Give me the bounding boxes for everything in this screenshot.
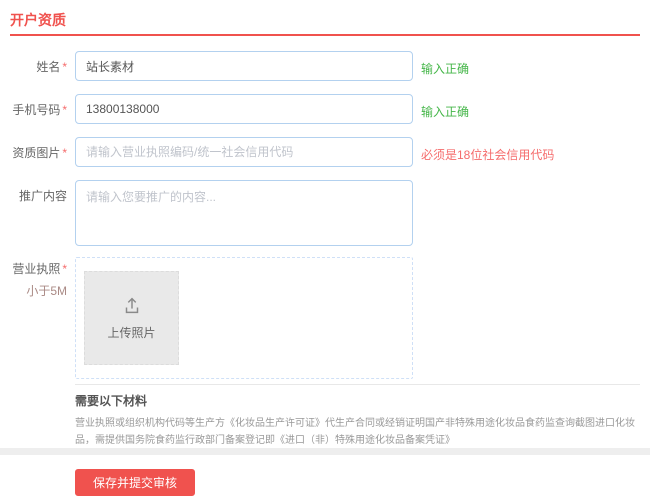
name-validation-hint: 输入正确 xyxy=(421,62,470,76)
qualification-code-input[interactable] xyxy=(75,137,413,167)
qualification-image-label: 资质图片 * xyxy=(10,137,67,160)
qualification-code-error-hint: 必须是18位社会信用代码 xyxy=(421,148,555,162)
promotion-content-label-text: 推广内容 xyxy=(18,189,67,203)
required-asterisk: * xyxy=(62,262,67,276)
upload-icon xyxy=(125,297,138,314)
promotion-content-row: 推广内容 xyxy=(10,180,650,246)
name-row: 姓名* 输入正确 xyxy=(10,51,650,81)
name-input[interactable] xyxy=(75,51,413,81)
phone-label: 手机号码 * xyxy=(10,94,67,117)
materials-section: 需要以下材料 营业执照或组织机构代码等生产方《化妆品生产许可证》代生产合同或经销… xyxy=(75,384,640,449)
required-asterisk: * xyxy=(62,146,67,160)
materials-heading: 需要以下材料 xyxy=(75,394,148,408)
required-asterisk: * xyxy=(62,103,67,117)
upload-photo-button[interactable]: 上传照片 xyxy=(84,271,179,365)
qualification-form: 姓名* 输入正确 手机号码* 输入正确 资质图片* 必须是18位社会信用代码 推… xyxy=(0,36,650,496)
size-limit-note: 小于5M xyxy=(26,284,67,298)
qualification-image-label-text: 资质图片 xyxy=(12,146,61,160)
name-label-text: 姓名 xyxy=(36,60,61,74)
promotion-content-label: 推广内容 xyxy=(10,180,67,203)
name-label: 姓名 * xyxy=(10,51,67,74)
page-title: 开户资质 xyxy=(10,12,66,28)
materials-body: 营业执照或组织机构代码等生产方《化妆品生产许可证》代生产合同或经销证明国产非特殊… xyxy=(75,418,635,446)
promotion-content-textarea[interactable] xyxy=(75,180,413,246)
qualification-code-row: 资质图片* 必须是18位社会信用代码 xyxy=(10,137,650,167)
account-qualification-page: 开户资质 姓名* 输入正确 手机号码* 输入正确 资质图片* 必须是18位社会信… xyxy=(0,0,650,501)
upload-dropzone[interactable]: 上传照片 xyxy=(75,257,413,379)
business-license-row: 营业执照 * 小于5M 上传照片 xyxy=(10,257,650,379)
page-header: 开户资质 xyxy=(10,10,640,36)
phone-label-text: 手机号码 xyxy=(12,103,61,117)
section-divider xyxy=(0,448,650,455)
phone-input[interactable] xyxy=(75,94,413,124)
phone-row: 手机号码* 输入正确 xyxy=(10,94,650,124)
business-license-label: 营业执照 * 小于5M xyxy=(10,257,67,298)
required-asterisk: * xyxy=(62,60,67,74)
phone-validation-hint: 输入正确 xyxy=(421,105,470,119)
upload-button-label: 上传照片 xyxy=(107,326,156,340)
business-license-label-text: 营业执照 * xyxy=(12,262,67,276)
submit-button[interactable]: 保存并提交审核 xyxy=(75,469,196,496)
